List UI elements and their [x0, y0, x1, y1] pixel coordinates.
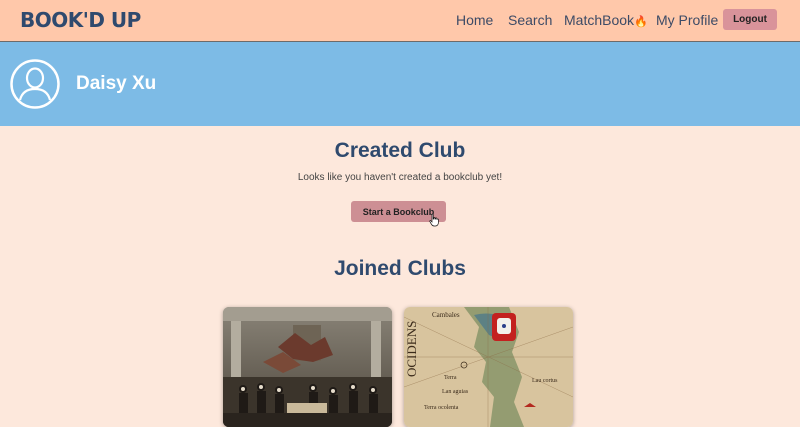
- nav-search-link[interactable]: Search: [508, 12, 552, 28]
- hand-pointer-icon: [429, 213, 439, 227]
- map-label-lau-cortus: Lau cortus: [532, 378, 558, 384]
- profile-name: Daisy Xu: [76, 73, 157, 94]
- created-club-title: Created Club: [334, 139, 466, 162]
- fire-icon: 🔥: [634, 16, 648, 28]
- profile-header: Daisy Xu: [0, 42, 800, 126]
- brand-logo[interactable]: BOOK'D UP: [20, 8, 141, 32]
- map-label-lan-aguias: Lan aguias: [442, 389, 469, 395]
- club-cover-painting: [223, 307, 392, 427]
- coat-of-arms: [492, 313, 516, 341]
- user-outline-icon: [10, 59, 60, 109]
- club-card-map[interactable]: Cambales OCIDENS Terra Lau cortus Lan ag…: [404, 307, 573, 427]
- top-navbar: BOOK'D UP Home Search MatchBook🔥 My Prof…: [0, 0, 800, 42]
- club-card-painting[interactable]: [223, 307, 392, 427]
- nav-home-link[interactable]: Home: [456, 12, 493, 28]
- map-label-ocidens: OCIDENS: [404, 321, 419, 377]
- joined-clubs-title: Joined Clubs: [334, 257, 466, 280]
- map-label-terra-ocolenta: Terra ocolenta: [424, 405, 459, 411]
- no-club-message: Looks like you haven't created a bookclu…: [297, 172, 503, 183]
- nav-matchbook-link[interactable]: MatchBook🔥: [564, 12, 648, 28]
- nav-profile-link[interactable]: My Profile: [656, 12, 718, 28]
- logout-button[interactable]: Logout: [723, 9, 777, 30]
- map-label-cambales: Cambales: [432, 311, 460, 319]
- map-label-terra: Terra: [444, 375, 457, 381]
- club-cover-map: Cambales OCIDENS Terra Lau cortus Lan ag…: [404, 307, 573, 427]
- nav-matchbook-label: MatchBook: [564, 12, 635, 28]
